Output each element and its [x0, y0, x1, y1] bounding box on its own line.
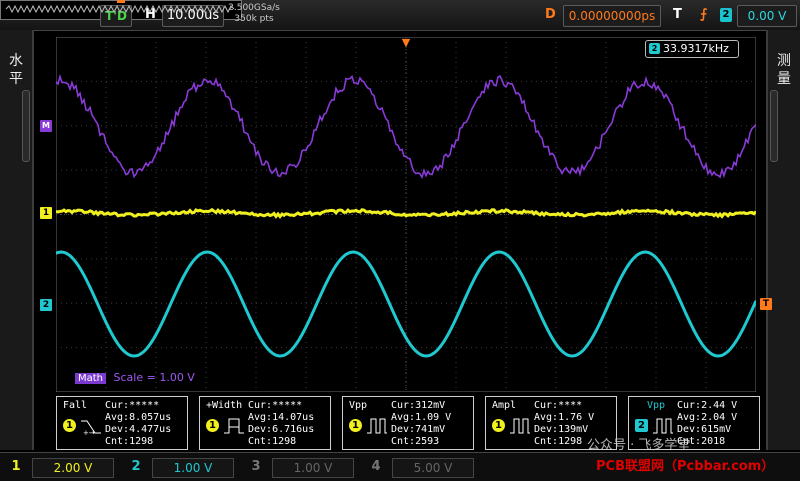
trigger-level-readout[interactable]: 0.00 V — [737, 5, 797, 27]
measurement-panel-width[interactable]: +Width 1 Cur:***** Avg:14.07us Dev:6.716… — [199, 396, 331, 450]
graticule — [56, 37, 756, 392]
ch2-offset-marker[interactable]: 2 — [40, 299, 52, 311]
measurement-name: +Width — [206, 400, 242, 411]
ch3-scale[interactable]: 1.00 V — [272, 458, 354, 478]
frequency-counter[interactable]: 2 33.9317kHz — [645, 40, 739, 58]
ch2-number[interactable]: 2 — [128, 458, 144, 476]
measure-menu-tab[interactable]: 测 量 — [766, 30, 800, 450]
measurement-source-badge: 1 — [349, 419, 362, 432]
measurement-source-badge: 1 — [63, 419, 76, 432]
memory-waveform-icon — [0, 1, 240, 17]
measurement-current: Cur:**** — [534, 400, 582, 412]
rising-edge-icon[interactable]: ⨍ — [700, 5, 707, 25]
fall-edge-icon: +→ — [79, 415, 103, 437]
amplitude-icon — [508, 415, 532, 437]
measurement-name: Fall — [63, 400, 87, 411]
measurement-average: Avg:8.057us — [105, 412, 171, 424]
watermark-account: 公众号 · 飞多学堂 — [587, 434, 690, 453]
measurement-average: Avg:14.07us — [248, 412, 314, 424]
measurement-deviation: Dev:4.477us — [105, 424, 171, 436]
measurement-source-badge: 1 — [206, 419, 219, 432]
measurement-count: Cnt:1298 — [248, 436, 296, 448]
ch2-scale[interactable]: 1.00 V — [152, 458, 234, 478]
measurement-count: Cnt:1298 — [534, 436, 582, 448]
ch4-number[interactable]: 4 — [368, 458, 384, 476]
measurement-deviation: Dev:139mV — [534, 424, 588, 436]
measurement-count: Cnt:2593 — [391, 436, 439, 448]
trigger-source-badge[interactable]: 2 — [720, 8, 732, 22]
ch1-scale[interactable]: 2.00 V — [32, 458, 114, 478]
svg-text:+→: +→ — [83, 429, 95, 437]
pulse-width-icon — [222, 415, 246, 437]
measurement-average: Avg:2.04 V — [677, 412, 737, 424]
measurement-name: Vpp — [647, 400, 665, 411]
waveform-display[interactable] — [56, 37, 756, 392]
vpp-icon — [365, 415, 389, 437]
measurement-panel-fall[interactable]: Fall 1 +→ Cur:***** Avg:8.057us Dev:4.47… — [56, 396, 188, 450]
measurement-average: Avg:1.76 V — [534, 412, 594, 424]
status-bar: T'D H 10.00us 2.500GSa/s 350k pts D 0.00… — [0, 0, 800, 31]
measurement-current: Cur:***** — [248, 400, 302, 412]
trigger-label: T — [673, 5, 682, 25]
ch4-scale[interactable]: 5.00 V — [392, 458, 474, 478]
ch1-offset-marker[interactable]: 1 — [40, 207, 52, 219]
measurement-deviation: Dev:6.716us — [248, 424, 314, 436]
trigger-level-marker[interactable]: T — [760, 298, 772, 310]
watermark-site: PCB联盟网（Pcbbar.com） — [596, 455, 774, 474]
horizontal-menu-tab[interactable]: 水 平 — [0, 30, 34, 450]
math-offset-marker[interactable]: M — [40, 120, 52, 132]
measurement-name: Ampl — [492, 400, 516, 411]
measurement-source-badge: 1 — [492, 419, 505, 432]
math-scale-label[interactable]: Math Scale = 1.00 V — [75, 371, 195, 385]
measurement-deviation: Dev:741mV — [391, 424, 445, 436]
measurement-panel-vpp[interactable]: Vpp 1 Cur:312mV Avg:1.09 V Dev:741mV Cnt… — [342, 396, 474, 450]
measurement-count: Cnt:1298 — [105, 436, 153, 448]
trigger-position-marker[interactable]: ▼ — [400, 37, 412, 51]
grip-handle-icon — [22, 90, 30, 162]
counter-source-badge: 2 — [649, 43, 660, 54]
measure-menu-label: 测 量 — [768, 52, 800, 88]
ch3-number[interactable]: 3 — [248, 458, 264, 476]
math-scale: Scale = 1.00 V — [114, 371, 195, 384]
measurement-name: Vpp — [349, 400, 367, 411]
ch1-number[interactable]: 1 — [8, 458, 24, 476]
delay-label: D — [545, 5, 556, 25]
frequency-readout: 33.9317kHz — [663, 41, 729, 57]
measurement-average: Avg:1.09 V — [391, 412, 451, 424]
measurement-current: Cur:2.44 V — [677, 400, 737, 412]
measurement-current: Cur:***** — [105, 400, 159, 412]
math-name: Math — [75, 373, 106, 384]
horizontal-menu-label: 水 平 — [0, 52, 32, 88]
grip-handle-icon — [770, 90, 778, 162]
delay-readout[interactable]: 0.00000000ps — [563, 5, 661, 27]
measurement-current: Cur:312mV — [391, 400, 445, 412]
measurement-source-badge: 2 — [635, 419, 648, 432]
